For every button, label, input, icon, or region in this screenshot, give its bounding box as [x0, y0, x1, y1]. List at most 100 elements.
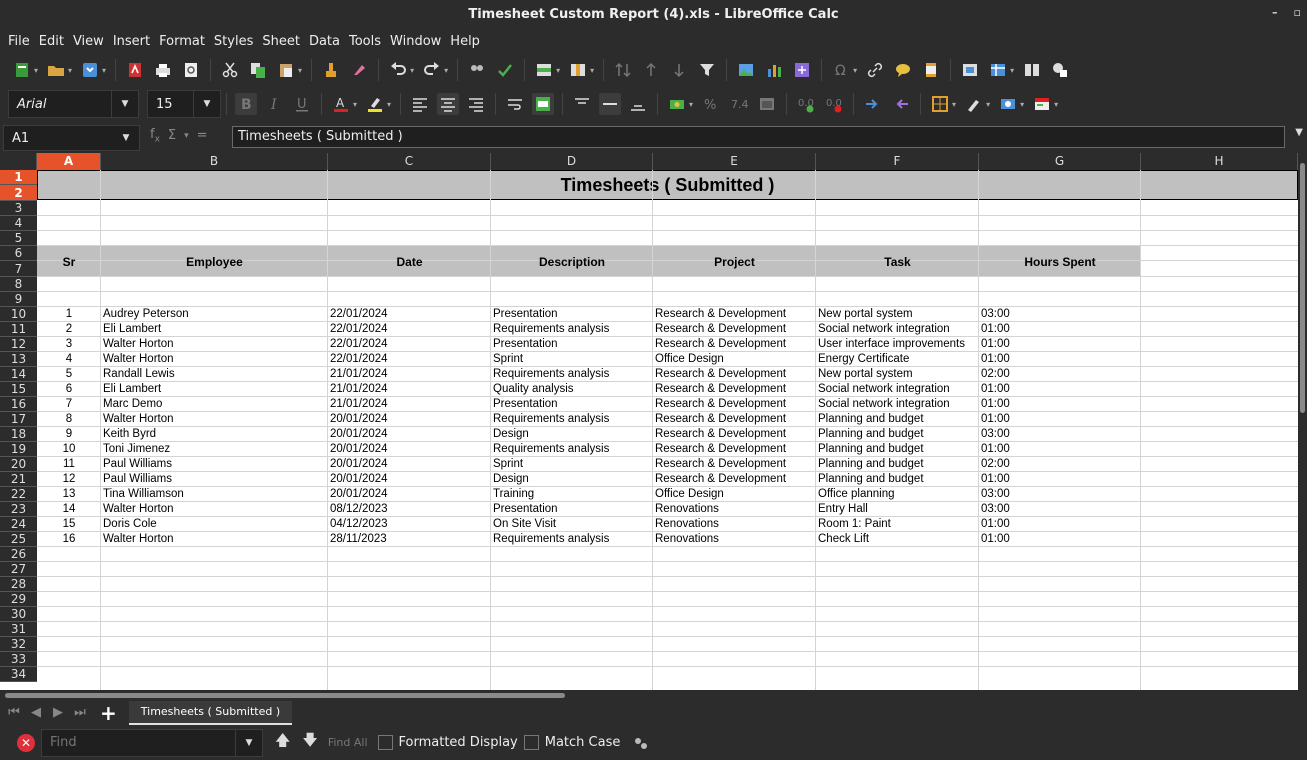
row-header-12[interactable]: 12: [0, 337, 37, 352]
undo-icon[interactable]: [387, 59, 409, 81]
menu-format[interactable]: Format: [155, 34, 209, 49]
row-header-19[interactable]: 19: [0, 442, 37, 457]
find-all-button[interactable]: Find All: [328, 736, 368, 749]
table-cell[interactable]: 4: [37, 352, 101, 367]
menu-sheet[interactable]: Sheet: [258, 34, 304, 49]
table-cell[interactable]: Research & Development: [655, 322, 815, 337]
table-cell[interactable]: 04/12/2023: [330, 517, 490, 532]
table-cell[interactable]: Training: [493, 487, 652, 502]
row-header-27[interactable]: 27: [0, 562, 37, 577]
table-cell[interactable]: 10: [37, 442, 101, 457]
column-header-d[interactable]: D: [491, 153, 653, 170]
table-cell[interactable]: 20/01/2024: [330, 472, 490, 487]
table-cell[interactable]: Paul Williams: [103, 457, 327, 472]
table-cell[interactable]: 20/01/2024: [330, 427, 490, 442]
sort-descending-icon[interactable]: [668, 59, 690, 81]
highlight-color-icon[interactable]: [364, 93, 386, 115]
vertical-scrollbar[interactable]: [1298, 153, 1307, 690]
table-cell[interactable]: Office Design: [655, 487, 815, 502]
table-cell[interactable]: Presentation: [493, 397, 652, 412]
percent-format-icon[interactable]: %: [700, 93, 722, 115]
table-cell[interactable]: Research & Development: [655, 412, 815, 427]
column-title-0[interactable]: Sr: [37, 246, 101, 277]
bold-icon[interactable]: B: [235, 93, 257, 115]
column-title-3[interactable]: Description: [491, 246, 653, 277]
column-title-4[interactable]: Project: [653, 246, 816, 277]
hyperlink-icon[interactable]: [864, 59, 886, 81]
align-center-icon[interactable]: [437, 93, 460, 115]
table-cell[interactable]: 01:00: [981, 352, 1140, 367]
menu-window[interactable]: Window: [386, 34, 445, 49]
currency-format-icon[interactable]: [666, 93, 688, 115]
formatted-display-checkbox[interactable]: Formatted Display: [377, 735, 518, 750]
table-cell[interactable]: 13: [37, 487, 101, 502]
table-cell[interactable]: 22/01/2024: [330, 337, 490, 352]
row-header-29[interactable]: 29: [0, 592, 37, 607]
maximize-button[interactable]: ▫: [1294, 6, 1301, 19]
table-cell[interactable]: 03:00: [981, 427, 1140, 442]
previous-sheet-icon[interactable]: ◀: [28, 705, 44, 720]
close-find-icon[interactable]: ✕: [17, 733, 35, 752]
find-input[interactable]: [42, 734, 235, 751]
table-cell[interactable]: 2: [37, 322, 101, 337]
autofilter-icon[interactable]: [696, 59, 718, 81]
menu-styles[interactable]: Styles: [210, 34, 257, 49]
pivot-table-icon[interactable]: [791, 59, 813, 81]
font-color-icon[interactable]: A: [330, 93, 352, 115]
table-cell[interactable]: Design: [493, 472, 652, 487]
split-window-icon[interactable]: [1021, 59, 1043, 81]
table-cell[interactable]: 20/01/2024: [330, 412, 490, 427]
menu-help[interactable]: Help: [446, 34, 484, 49]
table-cell[interactable]: Research & Development: [655, 382, 815, 397]
row-header-31[interactable]: 31: [0, 622, 37, 637]
row-header-17[interactable]: 17: [0, 412, 37, 427]
table-cell[interactable]: 03:00: [981, 487, 1140, 502]
sheet-tab[interactable]: Timesheets ( Submitted ): [128, 700, 293, 725]
row-header-1[interactable]: 1: [0, 170, 37, 185]
paste-icon[interactable]: [275, 59, 297, 81]
column-header-e[interactable]: E: [653, 153, 816, 170]
font-name-box[interactable]: Arial ▼: [8, 90, 139, 118]
table-cell[interactable]: Planning and budget: [818, 412, 978, 427]
table-cell[interactable]: Renovations: [655, 517, 815, 532]
column-header-g[interactable]: G: [979, 153, 1141, 170]
border-color-icon[interactable]: [997, 93, 1019, 115]
row-header-3[interactable]: 3: [0, 201, 37, 216]
print-preview-icon[interactable]: [180, 59, 202, 81]
table-cell[interactable]: 20/01/2024: [330, 487, 490, 502]
add-sheet-icon[interactable]: +: [100, 701, 117, 725]
table-cell[interactable]: 21/01/2024: [330, 382, 490, 397]
border-style-icon[interactable]: [963, 93, 985, 115]
table-cell[interactable]: Sprint: [493, 352, 652, 367]
table-cell[interactable]: Requirements analysis: [493, 322, 652, 337]
row-header-8[interactable]: 8: [0, 277, 37, 292]
table-cell[interactable]: Renovations: [655, 532, 815, 547]
row-header-11[interactable]: 11: [0, 322, 37, 337]
table-cell[interactable]: Paul Williams: [103, 472, 327, 487]
row-header-21[interactable]: 21: [0, 472, 37, 487]
table-cell[interactable]: Walter Horton: [103, 532, 327, 547]
row-header-13[interactable]: 13: [0, 352, 37, 367]
row-header-15[interactable]: 15: [0, 382, 37, 397]
table-cell[interactable]: Walter Horton: [103, 412, 327, 427]
table-cell[interactable]: Requirements analysis: [493, 367, 652, 382]
table-cell[interactable]: Research & Development: [655, 337, 815, 352]
row-header-7[interactable]: 7: [0, 261, 37, 277]
table-cell[interactable]: 3: [37, 337, 101, 352]
save-icon[interactable]: [79, 59, 101, 81]
row-header-16[interactable]: 16: [0, 397, 37, 412]
table-cell[interactable]: Audrey Peterson: [103, 307, 327, 322]
checkbox-box[interactable]: [523, 735, 539, 750]
row-header-28[interactable]: 28: [0, 577, 37, 592]
table-cell[interactable]: 01:00: [981, 517, 1140, 532]
table-cell[interactable]: Eli Lambert: [103, 322, 327, 337]
add-decimal-icon[interactable]: 0.0: [795, 93, 817, 115]
number-format-icon[interactable]: 7.4: [728, 93, 750, 115]
table-cell[interactable]: Entry Hall: [818, 502, 978, 517]
menu-tools[interactable]: Tools: [345, 34, 385, 49]
copy-icon[interactable]: [247, 59, 269, 81]
redo-icon[interactable]: [421, 59, 443, 81]
clone-formatting-icon[interactable]: [320, 59, 342, 81]
table-cell[interactable]: Energy Certificate: [818, 352, 978, 367]
table-cell[interactable]: Office Design: [655, 352, 815, 367]
